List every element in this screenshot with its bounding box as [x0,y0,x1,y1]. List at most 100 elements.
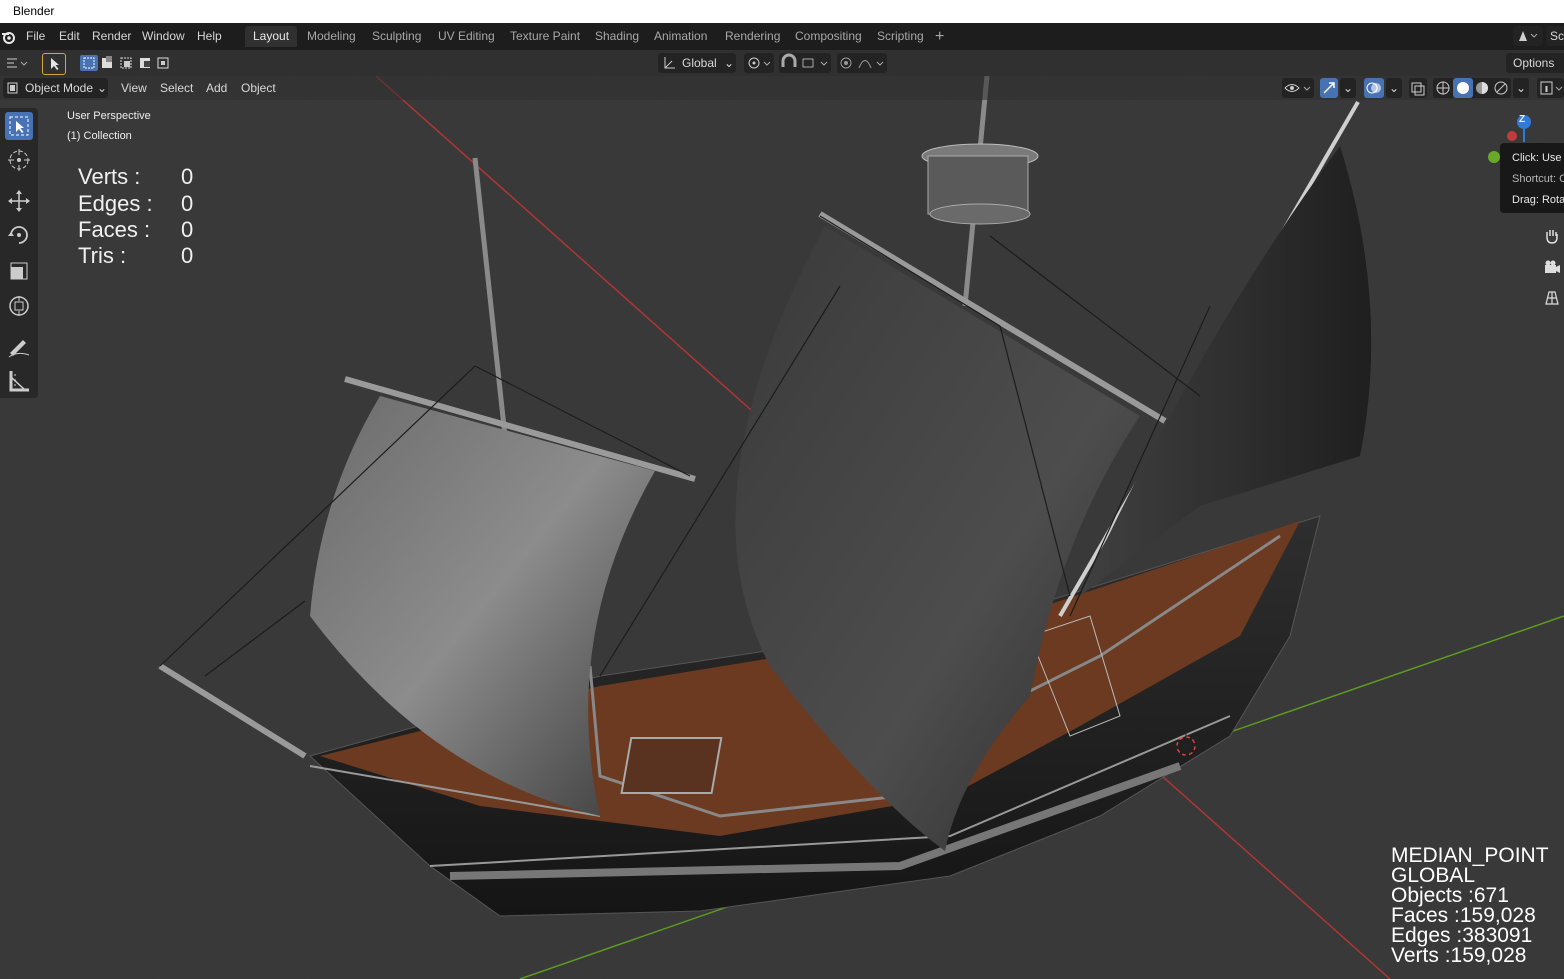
scene-selector-button[interactable] [1513,26,1543,46]
orientation-axes-icon [664,57,675,69]
menu-add[interactable]: Add [206,78,227,98]
gizmo-dropdown[interactable]: ⌄ [1340,78,1356,98]
gizmo-tooltip: Click: Use Shortcut: C Drag: Rota [1500,143,1564,213]
gizmo-arrow-icon [1323,82,1335,94]
tab-modeling[interactable]: Modeling [299,26,364,47]
stats-edges-label: Edges : [78,191,153,216]
add-workspace-button[interactable]: + [927,26,952,47]
tab-shading[interactable]: Shading [587,26,647,47]
scene-name-field[interactable]: Sc [1546,26,1564,46]
scale-tool-button[interactable] [5,257,33,285]
menu-view[interactable]: View [121,78,147,98]
visibility-dropdown[interactable] [1282,78,1314,98]
tab-compositing[interactable]: Compositing [787,26,870,47]
stats-faces-value: 0 [181,217,194,242]
tooltip-line-3: Drag: Rota [1512,194,1564,206]
tooltip-line-2: Shortcut: C [1512,173,1564,185]
move-tool-button[interactable] [5,187,33,215]
tab-animation[interactable]: Animation [646,26,715,47]
cursor-tool-button[interactable] [5,146,33,174]
move-arrows-icon [8,190,30,212]
stats-edges-value: 0 [181,191,194,216]
menu-help[interactable]: Help [197,29,222,43]
proportional-edit-icon [840,57,884,69]
menu-file[interactable]: File [26,29,45,43]
window-titlebar: Blender [0,0,1564,23]
transform-orientation-dropdown[interactable]: Global ⌄ [658,53,736,73]
select-box-icon [9,116,29,136]
ruler-icon [9,371,29,392]
scene-info-pivot: MEDIAN_POINT [1391,844,1549,867]
viewport-scene [0,76,1564,979]
tab-rendering[interactable]: Rendering [717,26,788,47]
cursor-crosshair-icon [8,149,30,171]
tab-sculpting[interactable]: Sculpting [364,26,429,47]
3d-viewport[interactable]: Object Mode ⌄ View Select Add Object ⌄ ⌄ [0,76,1564,979]
mode-label: Object Mode [25,81,94,95]
transform-icon [9,296,29,316]
editor-type-icon [7,58,28,68]
overlays-dropdown[interactable]: ⌄ [1386,78,1402,98]
tab-layout[interactable]: Layout [245,26,298,47]
tooltip-line-1: Click: Use [1512,152,1562,164]
rotate-icon [8,226,28,244]
stats-tris-label: Tris : [78,243,127,268]
scene-icon [1519,31,1538,41]
hand-pan-icon[interactable] [1542,226,1562,246]
tab-texture-paint[interactable]: Texture Paint [502,26,588,47]
rotate-tool-button[interactable] [5,221,33,249]
select-tool-button[interactable] [5,112,33,140]
gizmo-y-axis-icon[interactable] [1488,151,1500,163]
pivot-point-dropdown[interactable] [744,53,774,73]
shading-mode-buttons[interactable] [1433,78,1511,98]
viewport-header: Object Mode ⌄ View Select Add Object ⌄ ⌄ [0,76,1564,100]
view-name-label: User Perspective [67,110,151,122]
scene-info-verts: Verts :159,028 [1391,944,1527,967]
magnet-icon [781,53,828,68]
gizmo-toggle-button[interactable] [1320,78,1338,98]
overlay-circles-icon [1366,82,1381,94]
mode-dropdown[interactable]: Object Mode ⌄ [3,78,108,98]
tool-settings-bar: Global ⌄ Options [0,50,1564,76]
shading-mode-icons [1436,78,1508,98]
selection-mode-buttons[interactable] [78,53,174,73]
xray-toggle-button[interactable] [1409,78,1427,98]
stats-tris-value: 0 [181,243,194,268]
camera-icon[interactable] [1542,257,1562,277]
measure-tool-button[interactable] [5,367,33,395]
object-mode-icon [7,82,18,94]
info-icon [1540,81,1563,95]
shading-dropdown[interactable]: ⌄ [1513,78,1529,98]
scene-info-edges: Edges :383091 [1391,924,1533,947]
selection-mode-icons [80,55,169,71]
perspective-grid-icon[interactable] [1542,288,1562,308]
tab-scripting[interactable]: Scripting [869,26,932,47]
sidebar-toggle-button[interactable] [1537,78,1564,98]
chevron-down-icon: ⌄ [1343,81,1354,95]
menu-select[interactable]: Select [160,78,193,98]
menu-render[interactable]: Render [92,29,131,43]
transform-orientation-value: Global [682,56,717,70]
top-menubar: File Edit Render Window Help Layout Mode… [0,23,1564,50]
chevron-down-icon: ⌄ [724,56,735,70]
snapping-toggle[interactable] [779,53,831,73]
options-dropdown[interactable]: Options [1506,53,1564,73]
chevron-down-icon: ⌄ [1516,81,1527,95]
blender-logo-icon[interactable] [1,29,17,45]
chevron-down-icon: ⌄ [97,81,108,95]
annotate-tool-button[interactable] [5,333,33,361]
tab-uv-editing[interactable]: UV Editing [430,26,503,47]
scene-info-objects: Objects :671 [1391,884,1509,907]
menu-edit[interactable]: Edit [59,29,80,43]
editor-type-button[interactable] [4,53,30,73]
select-box-tool-button[interactable] [42,53,66,75]
proportional-editing-toggle[interactable] [837,53,887,73]
overlays-toggle-button[interactable] [1364,78,1384,98]
collection-label: (1) Collection [67,130,132,142]
transform-tool-button[interactable] [5,292,33,320]
menu-object[interactable]: Object [241,78,276,98]
scene-info-faces: Faces :159,028 [1391,904,1536,927]
menu-window[interactable]: Window [142,29,185,43]
window-title: Blender [13,4,55,18]
cursor-arrow-icon [51,58,59,70]
